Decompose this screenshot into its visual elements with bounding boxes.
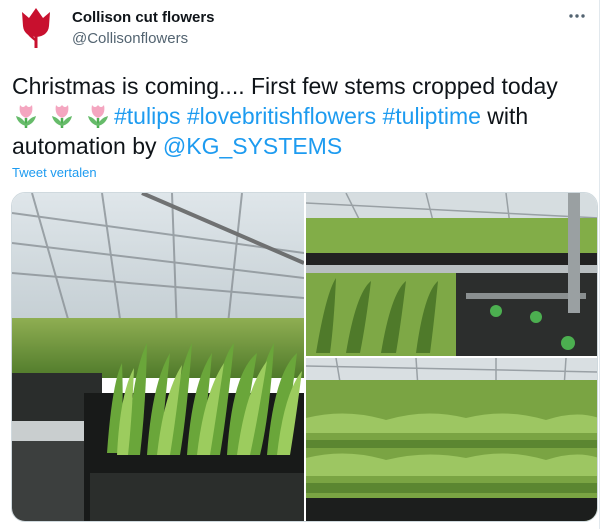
tulip-emoji: [52, 105, 72, 128]
greenhouse-photo-3[interactable]: [306, 358, 597, 521]
tweet-card: Collison cut flowers @Collisonflowers Ch…: [0, 0, 600, 529]
tweet-body-with: with: [480, 103, 529, 129]
translate-tweet-link[interactable]: Tweet vertalen: [12, 165, 97, 180]
hashtag-link[interactable]: #tuliptime: [382, 103, 480, 129]
more-options-button[interactable]: [567, 8, 587, 24]
tweet-text: Christmas is coming.... First few stems …: [12, 71, 588, 161]
hashtag-link[interactable]: #lovebritishflowers: [187, 103, 376, 129]
tweet-body: Christmas is coming.... First few stems …: [12, 73, 558, 99]
display-name[interactable]: Collison cut flowers: [72, 9, 215, 26]
tulip-emoji: [88, 105, 108, 128]
more-dots-icon: [569, 14, 585, 18]
tulip-emoji: [16, 105, 36, 128]
media-grid: [11, 192, 598, 522]
mention-link[interactable]: @KG_SYSTEMS: [163, 133, 342, 159]
greenhouse-photo-2[interactable]: [306, 193, 597, 356]
tulip-icon: [22, 8, 50, 48]
avatar[interactable]: [12, 4, 60, 52]
tweet-body-automation: automation by: [12, 133, 163, 159]
user-handle[interactable]: @Collisonflowers: [72, 30, 188, 47]
greenhouse-photo-1[interactable]: [12, 193, 304, 521]
hashtag-link[interactable]: #tulips: [114, 103, 180, 129]
